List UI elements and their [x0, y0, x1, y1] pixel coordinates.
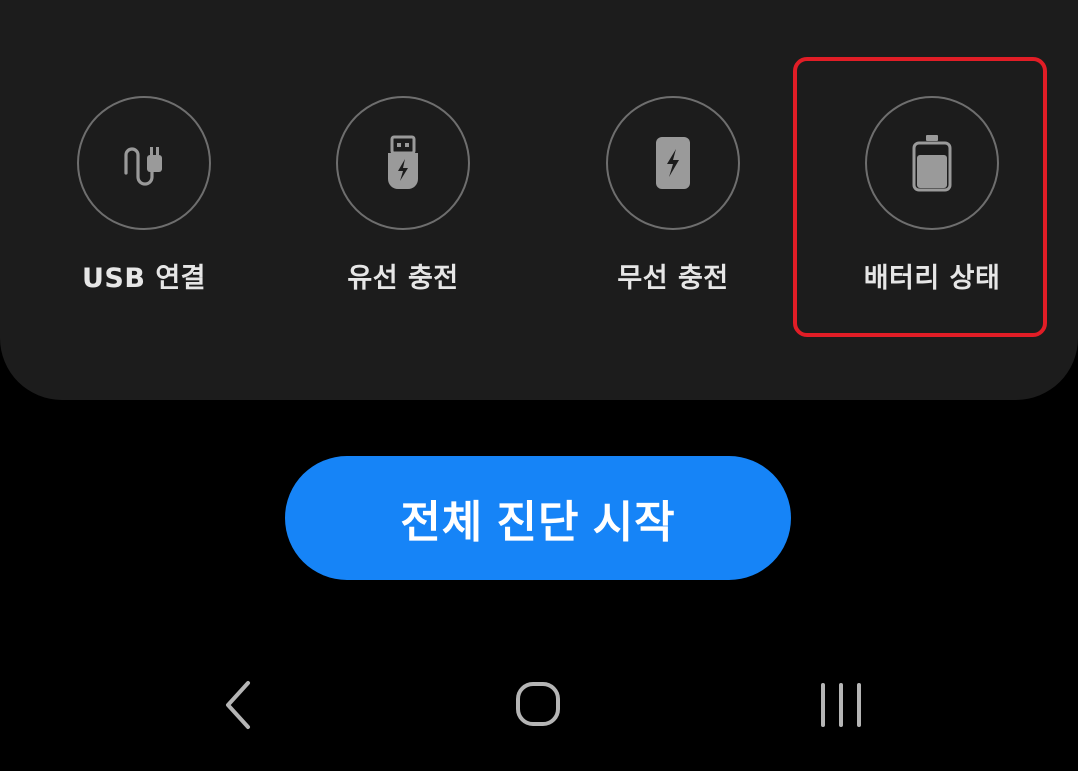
usb-cable-icon	[77, 96, 211, 230]
option-label: 유선 충전	[347, 263, 459, 294]
selection-highlight	[793, 57, 1047, 337]
recents-icon[interactable]	[806, 670, 876, 740]
option-label: USB 연결	[81, 263, 207, 294]
navigation-bar	[0, 650, 1078, 760]
screen: USB 연결 유선 충전 무선 충전 배터리 상태 전체 진단 시작	[0, 0, 1078, 771]
wireless-charging-icon	[606, 96, 740, 230]
option-wired-charging[interactable]: 유선 충전	[283, 96, 523, 306]
start-full-diagnosis-button[interactable]: 전체 진단 시작	[285, 456, 791, 580]
home-icon[interactable]	[503, 670, 573, 740]
usb-plug-icon	[336, 96, 470, 230]
option-usb-connection[interactable]: USB 연결	[24, 96, 264, 306]
option-wireless-charging[interactable]: 무선 충전	[553, 96, 793, 306]
option-label: 무선 충전	[617, 263, 729, 294]
back-icon[interactable]	[202, 670, 272, 740]
